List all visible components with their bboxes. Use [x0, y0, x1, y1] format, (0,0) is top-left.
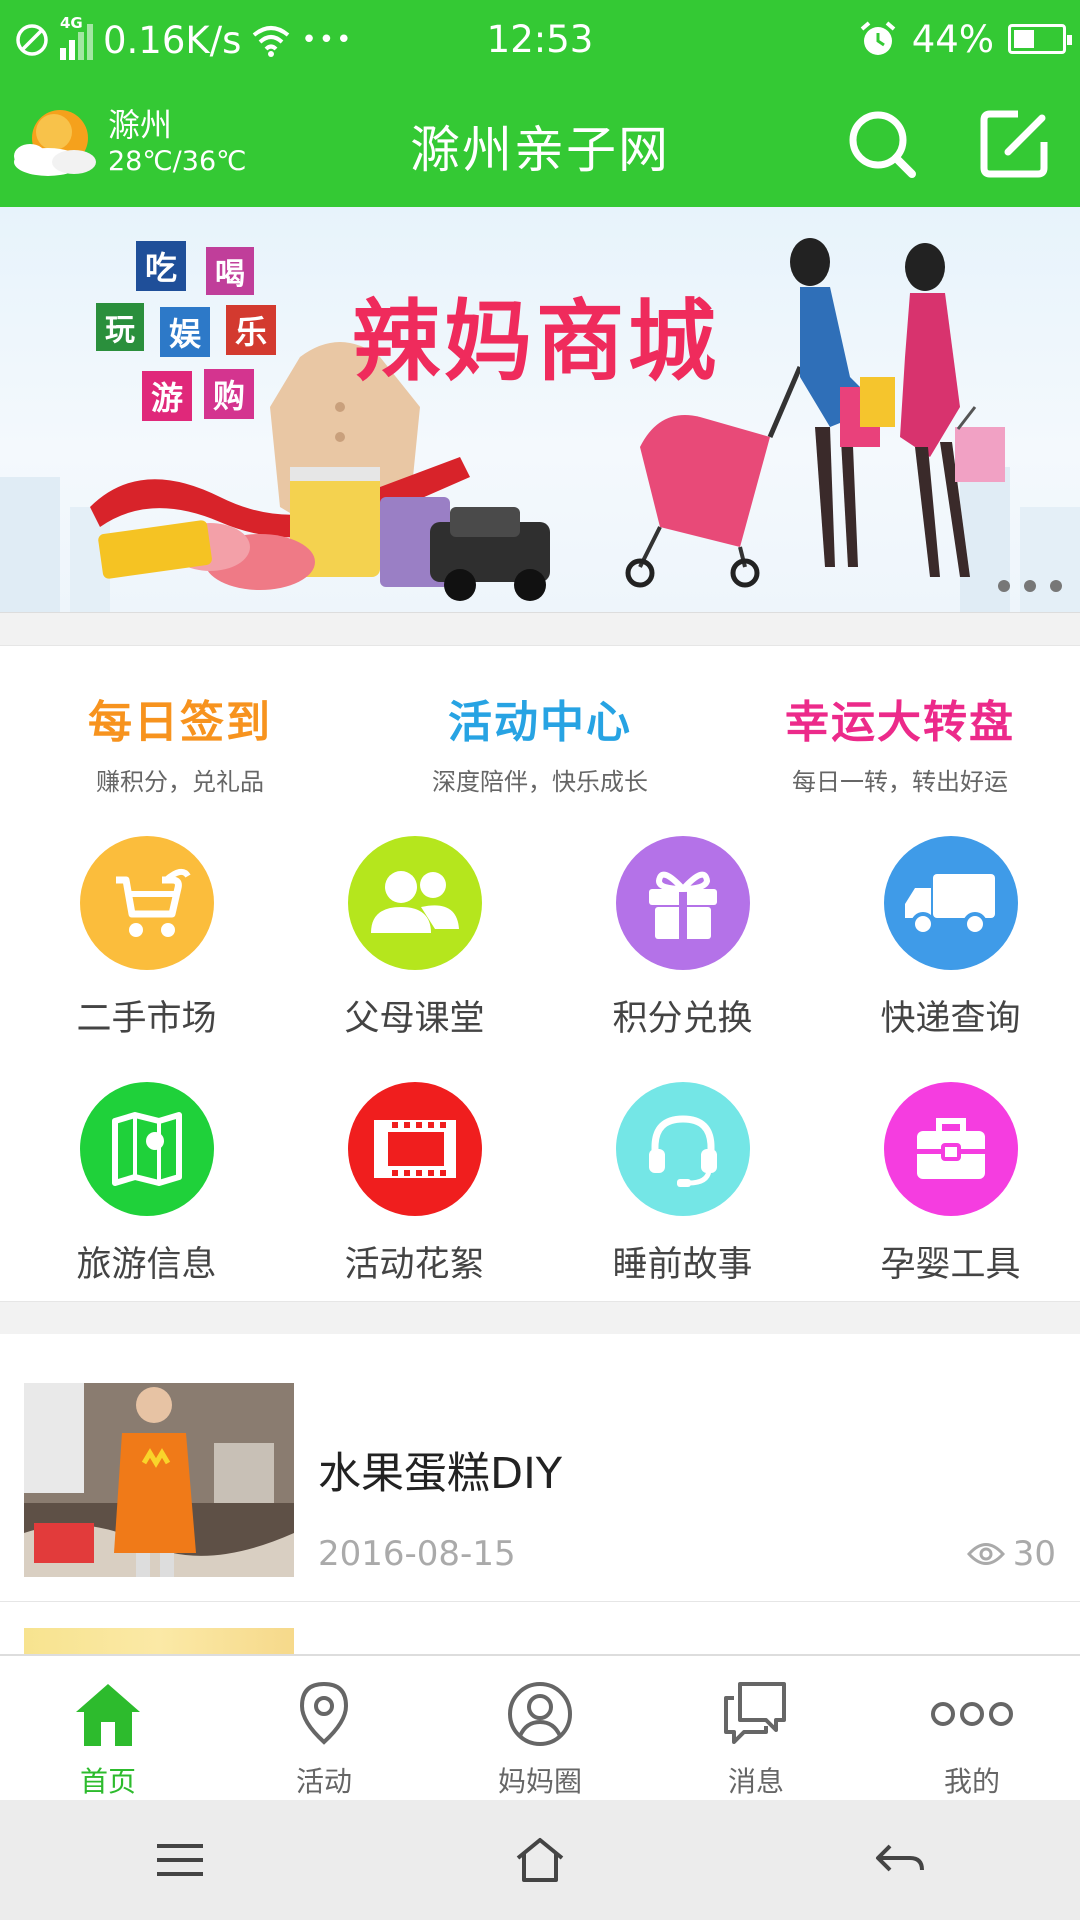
banner-tile: 乐: [226, 305, 276, 355]
banner-tiles: 吃 喝 玩 娱 乐 游 购: [96, 241, 306, 441]
home-icon: [0, 1678, 216, 1750]
film-icon: [347, 1082, 482, 1216]
feature-grid-row-2: 旅游信息 活动花絮 睡前故事 孕婴工具: [0, 1082, 1080, 1287]
menu-icon: [157, 1844, 203, 1876]
feature-grid-row-1: 二手市场 父母课堂 积分兑换 快递查询: [0, 836, 1080, 1041]
truck-icon: [883, 836, 1018, 970]
banner-pager[interactable]: [998, 580, 1062, 592]
grid-item-label: 积分兑换: [612, 999, 753, 1039]
tab-label: 消息: [727, 1765, 784, 1798]
quick-link-subtitle: 深度陪伴，快乐成长: [432, 768, 648, 796]
status-bar: 4G 0.16K/s ••• 12:53 44%: [0, 0, 1080, 80]
tab-activities[interactable]: 活动: [216, 1656, 432, 1800]
tab-label: 首页: [79, 1765, 136, 1798]
back-icon: [876, 1844, 924, 1872]
system-nav-bar: [0, 1800, 1080, 1920]
alarm-icon: [860, 21, 896, 55]
map-icon: [79, 1082, 214, 1216]
pager-dot[interactable]: [998, 580, 1010, 592]
tab-label: 妈妈圈: [497, 1765, 582, 1798]
grid-item-label: 睡前故事: [612, 1245, 753, 1285]
banner-tile: 购: [204, 369, 254, 419]
grid-item-label: 父母课堂: [344, 999, 485, 1039]
grid-item-baby-tools[interactable]: 孕婴工具: [821, 1082, 1080, 1287]
list-item[interactable]: 水果蛋糕DIY 2016-08-15 30: [0, 1334, 1080, 1602]
tab-messages[interactable]: 消息: [648, 1656, 864, 1800]
stroller-icon: [79, 836, 214, 970]
grid-item-label: 二手市场: [76, 999, 217, 1039]
quick-link-subtitle: 赚积分，兑礼品: [96, 768, 264, 796]
tab-mom-circle[interactable]: 妈妈圈: [432, 1656, 648, 1800]
grid-item-label: 旅游信息: [76, 1245, 217, 1285]
quick-link-lucky-wheel[interactable]: 幸运大转盘 每日一转，转出好运: [720, 686, 1080, 796]
home-outline-icon: [516, 1838, 564, 1882]
chat-icon: [648, 1678, 864, 1750]
article-views: 30: [966, 1534, 1056, 1574]
tab-label: 我的: [943, 1765, 1000, 1798]
banner-tile: 娱: [160, 307, 210, 357]
grid-item-second-hand-market[interactable]: 二手市场: [17, 836, 276, 1041]
quick-link-title: 每日签到: [88, 697, 272, 748]
banner-tile: 玩: [96, 303, 144, 351]
tab-mine[interactable]: 我的: [864, 1656, 1080, 1800]
grid-item-label: 快递查询: [880, 999, 1021, 1039]
edit-button[interactable]: [974, 104, 1054, 184]
back-button[interactable]: [720, 1800, 1080, 1920]
banner-tile: 游: [142, 371, 192, 421]
grid-item-bedtime-stories[interactable]: 睡前故事: [553, 1082, 812, 1287]
article-list: 水果蛋糕DIY 2016-08-15 30: [0, 1334, 1080, 1654]
parents-icon: [347, 836, 482, 970]
banner-tile: 喝: [206, 247, 254, 295]
pager-dot[interactable]: [1050, 580, 1062, 592]
battery-icon: [1008, 24, 1072, 54]
grid-item-parent-class[interactable]: 父母课堂: [285, 836, 544, 1041]
edit-icon: [980, 110, 1048, 178]
location-pin-icon: [216, 1678, 432, 1750]
tab-label: 活动: [295, 1765, 352, 1798]
promo-banner[interactable]: 吃 喝 玩 娱 乐 游 购 辣妈商城: [0, 207, 1080, 613]
banner-tile: 吃: [136, 241, 186, 291]
bottom-tab-bar: 首页 活动 妈妈圈 消息 我的: [0, 1654, 1080, 1800]
quick-link-activity-center[interactable]: 活动中心 深度陪伴，快乐成长: [360, 686, 720, 796]
eye-icon: [966, 1543, 1005, 1565]
grid-item-express-tracking[interactable]: 快递查询: [821, 836, 1080, 1041]
battery-percent: 44%: [911, 17, 994, 61]
pager-dot[interactable]: [1024, 580, 1036, 592]
article-thumbnail-next: [24, 1628, 294, 1654]
tab-home[interactable]: 首页: [0, 1656, 216, 1800]
quick-link-subtitle: 每日一转，转出好运: [792, 768, 1008, 796]
grid-item-travel-info[interactable]: 旅游信息: [17, 1082, 276, 1287]
quick-link-daily-checkin[interactable]: 每日签到 赚积分，兑礼品: [0, 686, 360, 796]
article-date: 2016-08-15: [318, 1534, 516, 1574]
user-circle-icon: [432, 1678, 648, 1750]
grid-item-event-highlights[interactable]: 活动花絮: [285, 1082, 544, 1287]
quick-links-row: 每日签到 赚积分，兑礼品 活动中心 深度陪伴，快乐成长 幸运大转盘 每日一转，转…: [0, 686, 1080, 796]
top-bar: 4G 0.16K/s ••• 12:53 44% 滁州 28℃/36℃ 滁州亲子…: [0, 0, 1080, 207]
banner-title: 辣妈商城: [352, 290, 721, 393]
quick-link-title: 活动中心: [448, 697, 632, 748]
status-right: 44%: [858, 14, 1072, 64]
search-button[interactable]: [842, 104, 922, 184]
more-dots-icon: [864, 1678, 1080, 1750]
grid-item-label: 活动花絮: [344, 1245, 485, 1285]
gift-icon: [615, 836, 750, 970]
menu-button[interactable]: [0, 1800, 360, 1920]
grid-item-points-exchange[interactable]: 积分兑换: [553, 836, 812, 1041]
headset-icon: [615, 1082, 750, 1216]
quick-link-title: 幸运大转盘: [785, 697, 1015, 748]
feature-panel: 每日签到 赚积分，兑礼品 活动中心 深度陪伴，快乐成长 幸运大转盘 每日一转，转…: [0, 645, 1080, 1302]
search-icon: [849, 111, 916, 178]
toolbox-icon: [883, 1082, 1018, 1216]
article-thumbnail: [24, 1383, 294, 1577]
article-view-count: 30: [1012, 1534, 1056, 1574]
home-nav-button[interactable]: [360, 1800, 720, 1920]
grid-item-label: 孕婴工具: [880, 1245, 1021, 1285]
article-title: 水果蛋糕DIY: [318, 1449, 563, 1499]
